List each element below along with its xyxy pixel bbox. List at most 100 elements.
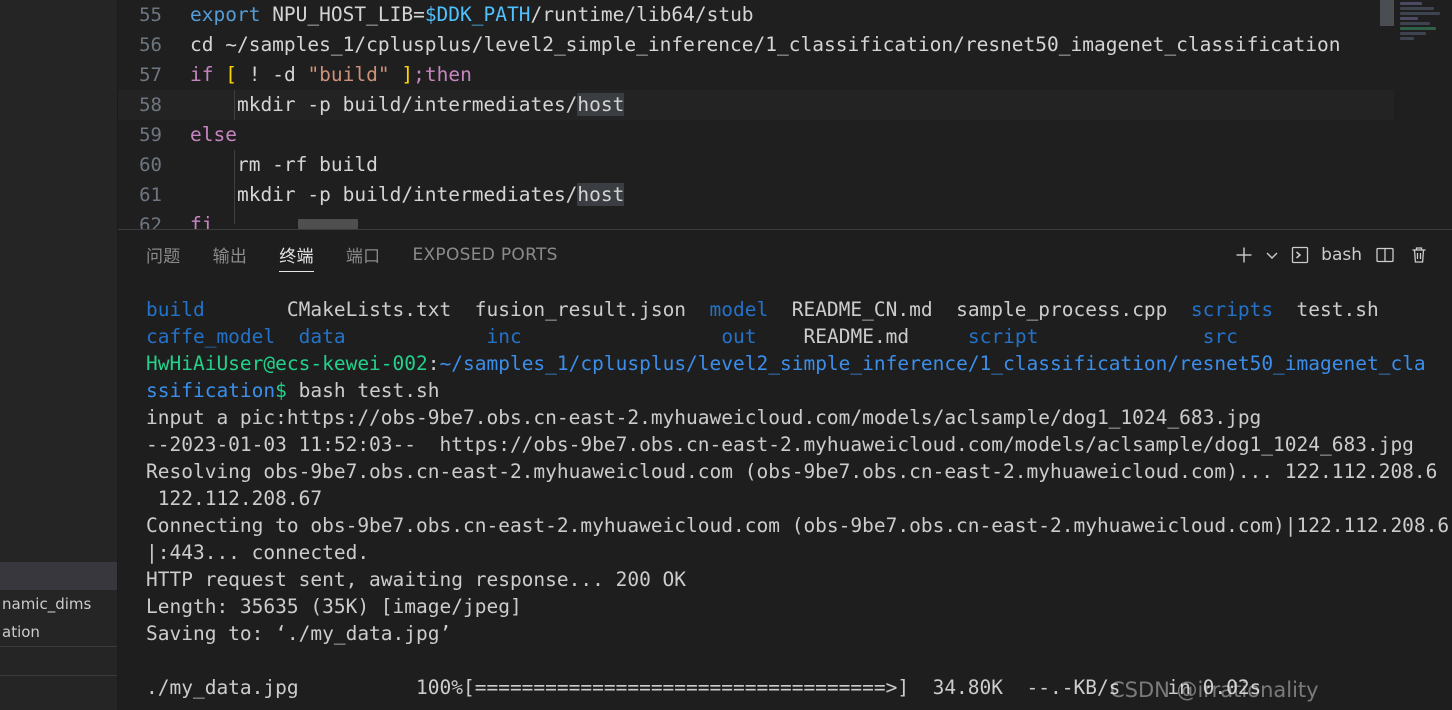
code-line-55[interactable]: 55 export NPU_HOST_LIB=$DDK_PATH/runtime/…: [118, 0, 1452, 30]
code-token: "build": [307, 63, 390, 86]
split-terminal-icon[interactable]: [1368, 238, 1402, 272]
terminal-line: ssification$ bash test.sh: [146, 377, 1452, 404]
code-line-59[interactable]: 59 else: [118, 120, 1452, 150]
terminal-text: Saving to: ‘./my_data.jpg’: [146, 622, 452, 645]
indent-guide: [234, 90, 235, 120]
terminal-line: HTTP request sent, awaiting response... …: [146, 566, 1452, 593]
panel-tab-2[interactable]: 终端: [279, 230, 314, 279]
panel-tab-4[interactable]: EXPOSED PORTS: [412, 230, 557, 279]
panel-tab-1[interactable]: 输出: [213, 230, 248, 279]
code-token: /runtime/lib64/stub: [530, 3, 754, 26]
code-line-58[interactable]: 58 mkdir -p build/intermediates/host: [118, 90, 1452, 120]
terminal-text: ~/samples_1/cplusplus/level2_simple_infe…: [439, 352, 1426, 375]
code-line-60[interactable]: 60 rm -rf build: [118, 150, 1452, 180]
terminal-line: input a pic:https://obs-9be7.obs.cn-east…: [146, 404, 1452, 431]
terminal-text: README.md: [756, 325, 968, 348]
terminal-line: Saving to: ‘./my_data.jpg’: [146, 620, 1452, 647]
indent-guide: [234, 180, 235, 210]
terminal-text: inc: [486, 325, 522, 348]
line-number: 58: [139, 94, 162, 116]
terminal-text: CMakeLists.txt fusion_result.json: [204, 298, 710, 321]
editor-minimap[interactable]: [1394, 0, 1452, 229]
code-token: host: [577, 93, 625, 116]
terminal-line: build CMakeLists.txt fusion_result.json …: [146, 296, 1452, 323]
chevron-down-icon[interactable]: [1261, 238, 1283, 272]
code-line-61[interactable]: 61 mkdir -p build/intermediates/host: [118, 180, 1452, 210]
terminal-text: build: [146, 298, 205, 321]
terminal-text: out: [721, 325, 757, 348]
panel-tab-label: 端口: [345, 247, 381, 267]
terminal-text: scripts: [1190, 298, 1274, 321]
terminal-line: --2023-01-03 11:52:03-- https://obs-9be7…: [146, 431, 1452, 458]
terminal-text: HwHiAiUser@ecs-kewei-002: [146, 352, 428, 375]
code-token: ! -d: [236, 63, 308, 86]
terminal-text: :: [427, 352, 440, 375]
code-editor[interactable]: 55 export NPU_HOST_LIB=$DDK_PATH/runtime/…: [118, 0, 1452, 229]
code-token: rm -rf build: [190, 153, 378, 176]
sidebar-item-label: ation: [2, 623, 40, 641]
indent-guide: [234, 150, 235, 180]
terminal-text: HTTP request sent, awaiting response... …: [146, 568, 687, 591]
terminal-icon[interactable]: [1283, 238, 1317, 272]
terminal-text: |:443... connected.: [146, 541, 370, 564]
panel-tab-3[interactable]: 端口: [346, 230, 381, 279]
sidebar-item-1[interactable]: namic_dims: [0, 590, 117, 618]
code-line-57[interactable]: 57 if [ ! -d "build" ];then: [118, 60, 1452, 90]
terminal-text: model: [709, 298, 769, 321]
kill-terminal-icon[interactable]: [1402, 238, 1436, 272]
panel-tab-label: 终端: [279, 247, 314, 267]
code-token: else: [190, 123, 237, 146]
code-token: mkdir -p build/intermediates/: [190, 93, 578, 116]
terminal-text: --2023-01-03 11:52:03-- https://obs-9be7…: [146, 433, 1414, 456]
terminal-line: |:443... connected.: [146, 539, 1452, 566]
terminal-text: src: [1202, 325, 1238, 348]
sidebar-item-2[interactable]: ation: [0, 618, 117, 646]
code-token: NPU_HOST_LIB=: [272, 3, 425, 26]
code-token: ;then: [413, 63, 472, 86]
terminal-text: Length: 35635 (35K) [image/jpeg]: [146, 595, 522, 618]
terminal-line: 122.112.208.67: [146, 485, 1452, 512]
terminal-text: data: [298, 325, 346, 348]
code-line-56[interactable]: 56 cd ~/samples_1/cplusplus/level2_simple…: [118, 30, 1452, 60]
bottom-panel: 问题 输出 终端 端口 EXPOSED PORTS bash build CMa…: [118, 229, 1452, 710]
shell-name-label: bash: [1321, 244, 1362, 265]
line-number: 61: [139, 184, 162, 206]
sidebar-item-3[interactable]: [0, 647, 117, 675]
terminal-output[interactable]: build CMakeLists.txt fusion_result.json …: [118, 279, 1452, 710]
terminal-line: ./my_data.jpg 100%[=====================…: [146, 674, 1452, 701]
panel-tab-0[interactable]: 问题: [146, 230, 181, 279]
editor-horizontal-scrollbar[interactable]: [298, 219, 358, 229]
terminal-line: Resolving obs-9be7.obs.cn-east-2.myhuawe…: [146, 458, 1452, 485]
explorer-sidebar[interactable]: namic_dims ation: [0, 0, 118, 710]
terminal-text: input a pic:https://obs-9be7.obs.cn-east…: [146, 406, 1262, 429]
terminal-text: README_CN.md sample_process.cpp: [768, 298, 1191, 321]
terminal-line: [146, 647, 1452, 674]
terminal-text: Resolving obs-9be7.obs.cn-east-2.myhuawe…: [146, 460, 1438, 483]
code-token: export: [190, 3, 273, 26]
code-token: cd ~/samples_1/cplusplus/level2_simple_i…: [190, 33, 1341, 56]
terminal-line: Length: 35635 (35K) [image/jpeg]: [146, 593, 1452, 620]
terminal-text: ssification: [146, 379, 276, 402]
line-number: 56: [139, 34, 162, 56]
code-token: if: [190, 63, 226, 86]
terminal-text: caffe_model: [146, 325, 276, 348]
code-lines[interactable]: 55 export NPU_HOST_LIB=$DDK_PATH/runtime/…: [118, 0, 1452, 229]
code-token: mkdir -p build/intermediates/: [190, 183, 578, 206]
sidebar-divider: [0, 675, 117, 676]
terminal-text: $: [275, 379, 287, 402]
editor-vertical-scrollbar[interactable]: [1380, 0, 1394, 26]
terminal-text: test.sh: [1273, 298, 1379, 321]
line-number: 59: [139, 124, 162, 146]
panel-action-bar: bash: [1227, 230, 1436, 279]
terminal-line: caffe_model data inc out README.md scrip…: [146, 323, 1452, 350]
new-terminal-icon[interactable]: [1227, 238, 1261, 272]
terminal-line: Connecting to obs-9be7.obs.cn-east-2.myh…: [146, 512, 1452, 539]
code-token: [: [225, 63, 237, 86]
code-token: fi: [190, 213, 214, 229]
sidebar-item-0[interactable]: [0, 562, 117, 590]
terminal-text: bash test.sh: [286, 379, 440, 402]
terminal-text: Connecting to obs-9be7.obs.cn-east-2.myh…: [146, 514, 1450, 537]
